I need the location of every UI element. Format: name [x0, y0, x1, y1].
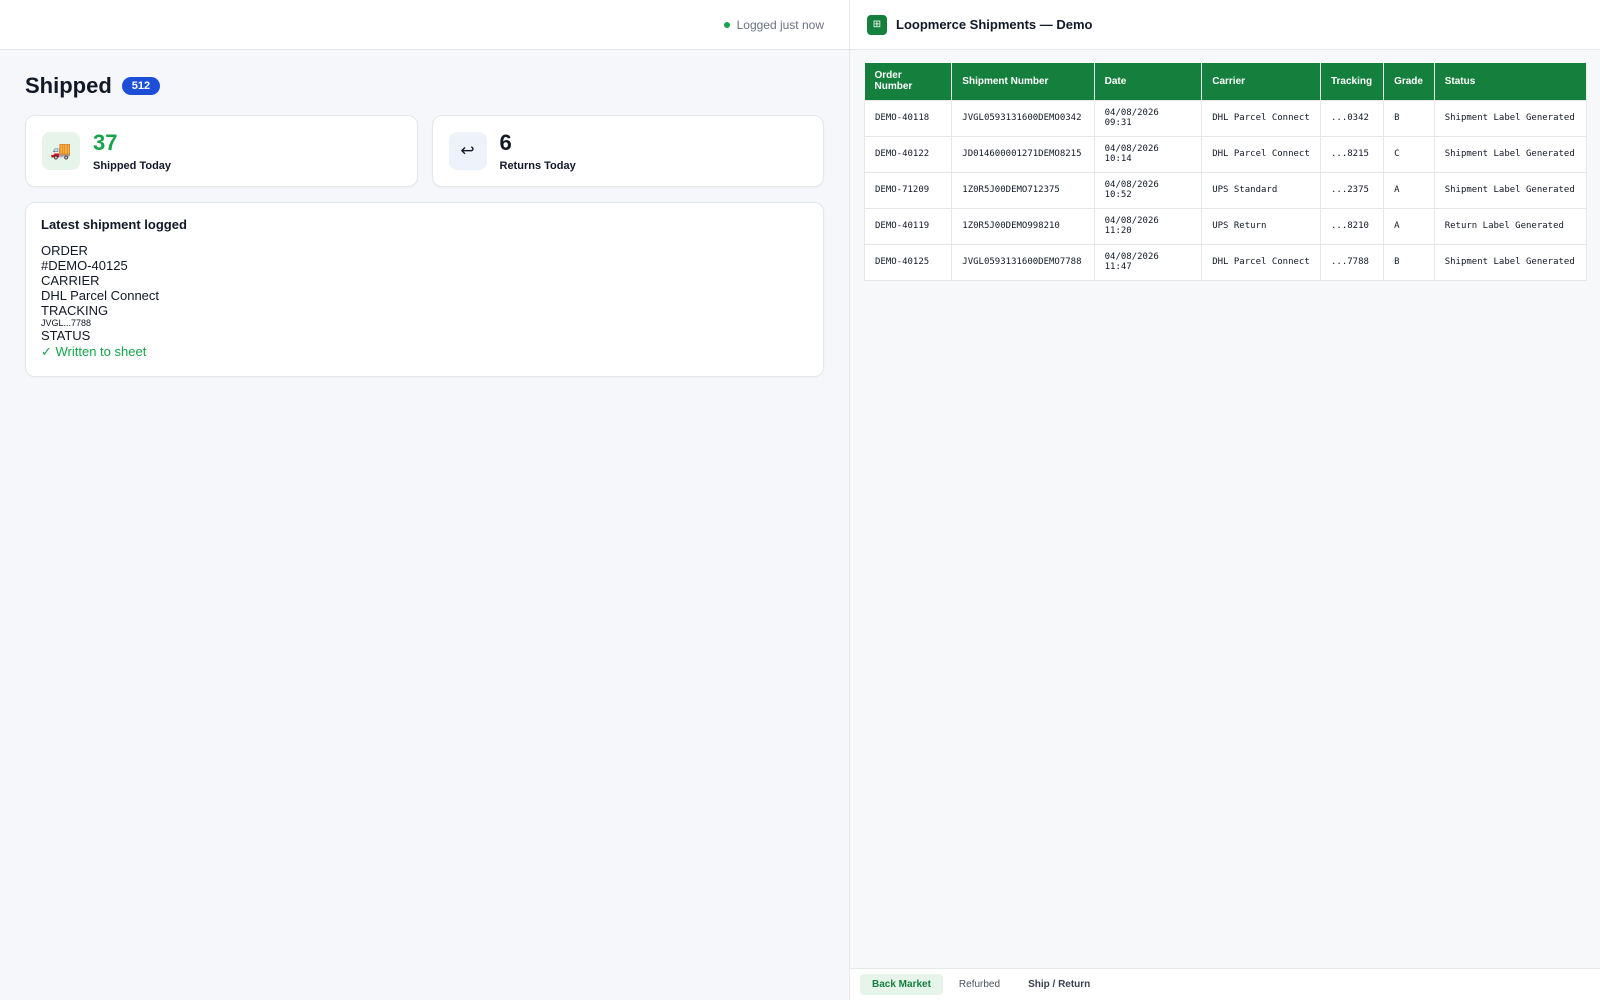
cell-carrier[interactable]: DHL Parcel Connect [1201, 99, 1321, 137]
cell-shipment-number[interactable]: 1Z0R5J00DEMO712375 [951, 171, 1095, 209]
cell-grade[interactable]: C [1383, 135, 1435, 173]
cell-shipment-number[interactable]: JVGL0593131600DEMO7788 [951, 243, 1095, 281]
tab-ship-return[interactable]: Ship / Return [1016, 974, 1102, 995]
table-row[interactable]: DEMO-40119 1Z0R5J00DEMO998210 04/08/2026… [863, 207, 1588, 245]
return-arrow-icon: ↩ [448, 132, 487, 170]
cell-date[interactable]: 04/08/2026 11:20 [1093, 207, 1203, 245]
cell-grade[interactable]: A [1383, 171, 1435, 209]
sheet-title: Loopmerce Shipments — Demo [896, 17, 1093, 32]
cell-tracking[interactable]: ...8210 [1319, 207, 1385, 245]
tab-refurbed[interactable]: Refurbed [947, 974, 1012, 995]
cell-status[interactable]: Shipment Label Generated [1433, 135, 1588, 173]
cell-shipment-number[interactable]: JVGL0593131600DEMO0342 [951, 99, 1095, 137]
cell-grade[interactable]: A [1383, 207, 1435, 245]
cell-shipment-number[interactable]: 1Z0R5J00DEMO998210 [951, 207, 1095, 245]
cell-tracking[interactable]: ...7788 [1319, 243, 1385, 281]
sheet-topbar: ⊞ Loopmerce Shipments — Demo [850, 0, 1600, 50]
table-row[interactable]: DEMO-71209 1Z0R5J00DEMO712375 04/08/2026… [863, 171, 1588, 209]
carrier-label: CARRIER [41, 273, 100, 288]
stat-label-shipped: Shipped Today [93, 159, 172, 172]
column-header[interactable]: Tracking [1320, 63, 1385, 100]
app-root: Logged just now Shipped 512 🚚 37 Shipped… [0, 0, 1600, 1000]
tracking-label: TRACKING [41, 303, 109, 318]
column-header[interactable]: Date [1094, 63, 1203, 100]
status-label: STATUS [41, 328, 91, 343]
cell-shipment-number[interactable]: JD014600001271DEMO8215 [951, 135, 1095, 173]
cell-order-number[interactable]: DEMO-40119 [863, 207, 953, 245]
stat-label-returns: Returns Today [499, 159, 576, 172]
table-row[interactable]: DEMO-40122 JD014600001271DEMO8215 04/08/… [863, 135, 1588, 173]
stat-value-returns: 6 [499, 129, 512, 155]
cell-tracking[interactable]: ...2375 [1319, 171, 1385, 209]
latest-shipment-title: Latest shipment logged [41, 217, 187, 232]
truck-icon: 🚚 [42, 132, 80, 170]
stat-value-shipped: 37 [93, 129, 118, 155]
cell-carrier[interactable]: UPS Return [1201, 207, 1321, 245]
page-title: Shipped [25, 73, 112, 98]
table-header-row: Order Number Shipment Number Date Carrie… [864, 63, 1588, 100]
cell-date[interactable]: 04/08/2026 10:52 [1093, 171, 1203, 209]
latest-shipment-card: Latest shipment logged ORDER #DEMO-40125… [25, 202, 824, 377]
status-dot-icon [723, 21, 730, 28]
cell-tracking[interactable]: ...0342 [1319, 99, 1385, 137]
sheet-pane: ⊞ Loopmerce Shipments — Demo Order Numbe… [850, 0, 1600, 1000]
stat-card-shipped: 🚚 37 Shipped Today [25, 115, 418, 187]
spreadsheet-icon: ⊞ [867, 14, 887, 35]
dashboard-content: Shipped 512 🚚 37 Shipped Today ↩ 6 Retur… [0, 50, 849, 399]
cell-carrier[interactable]: UPS Standard [1201, 171, 1321, 209]
stats-row: 🚚 37 Shipped Today ↩ 6 Returns Today [25, 115, 824, 187]
shipments-table: Order Number Shipment Number Date Carrie… [863, 63, 1588, 281]
cell-tracking[interactable]: ...8215 [1319, 135, 1385, 173]
count-badge: 512 [121, 77, 161, 95]
column-header[interactable]: Status [1434, 63, 1588, 100]
cell-status[interactable]: Return Label Generated [1433, 207, 1588, 245]
cell-date[interactable]: 04/08/2026 11:47 [1093, 243, 1203, 281]
table-row[interactable]: DEMO-40125 JVGL0593131600DEMO7788 04/08/… [863, 243, 1588, 281]
cell-status[interactable]: Shipment Label Generated [1433, 99, 1588, 137]
tab-back-market[interactable]: Back Market [860, 974, 943, 995]
sheet-tabs: Back Market Refurbed Ship / Return [850, 968, 1600, 1000]
order-label: ORDER [41, 243, 88, 258]
cell-status[interactable]: Shipment Label Generated [1433, 243, 1588, 281]
log-status-text: Logged just now [736, 17, 824, 32]
cell-grade[interactable]: B [1383, 99, 1435, 137]
column-header[interactable]: Carrier [1201, 63, 1321, 100]
log-status: Logged just now [723, 17, 824, 32]
cell-grade[interactable]: B [1383, 243, 1435, 281]
dashboard-topbar: Logged just now [0, 0, 849, 50]
cell-order-number[interactable]: DEMO-40118 [863, 99, 953, 137]
cell-carrier[interactable]: DHL Parcel Connect [1201, 243, 1321, 281]
column-header[interactable]: Shipment Number [951, 63, 1095, 100]
column-header[interactable]: Grade [1383, 63, 1435, 100]
cell-carrier[interactable]: DHL Parcel Connect [1201, 135, 1321, 173]
carrier-value: DHL Parcel Connect [41, 288, 160, 303]
table-wrapper: Order Number Shipment Number Date Carrie… [850, 50, 1600, 281]
cell-date[interactable]: 04/08/2026 09:31 [1093, 99, 1203, 137]
title-row: Shipped 512 [25, 73, 824, 99]
cell-date[interactable]: 04/08/2026 10:14 [1093, 135, 1203, 173]
status-value: ✓ Written to sheet [41, 344, 147, 359]
table-row[interactable]: DEMO-40118 JVGL0593131600DEMO0342 04/08/… [863, 99, 1588, 137]
cell-order-number[interactable]: DEMO-71209 [863, 171, 953, 209]
order-value: #DEMO-40125 [41, 258, 128, 273]
dashboard-pane: Logged just now Shipped 512 🚚 37 Shipped… [0, 0, 850, 1000]
column-header[interactable]: Order Number [864, 63, 953, 100]
cell-order-number[interactable]: DEMO-40122 [863, 135, 953, 173]
tracking-value: JVGL...7788 [41, 318, 92, 328]
cell-status[interactable]: Shipment Label Generated [1433, 171, 1588, 209]
stat-card-returns: ↩ 6 Returns Today [431, 115, 824, 187]
cell-order-number[interactable]: DEMO-40125 [863, 243, 953, 281]
